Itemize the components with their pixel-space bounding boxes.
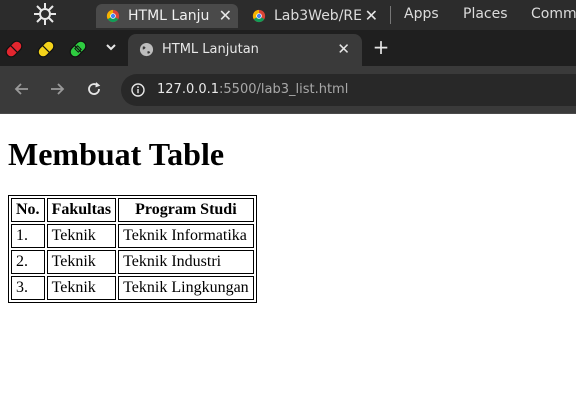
browser-tab-strip: HTML Lanjutan ✕ + — [0, 30, 576, 66]
globe-icon — [139, 42, 154, 57]
close-icon[interactable]: ✕ — [219, 6, 232, 25]
table-row: 3. Teknik Teknik Lingkungan — [11, 276, 254, 300]
table-cell: Teknik — [46, 224, 117, 248]
extension-red-pill-icon[interactable] — [3, 38, 25, 60]
header-program-studi: Program Studi — [118, 198, 254, 222]
table-cell: 1. — [11, 224, 45, 248]
table-header-row: No. Fakultas Program Studi — [11, 198, 254, 222]
browser-toolbar: 127.0.0.1:5500/lab3_list.html — [0, 66, 576, 114]
chevron-down-icon[interactable] — [104, 40, 118, 54]
chrome-icon — [252, 9, 266, 23]
tab-html-lanjutan[interactable]: HTML Lanjutan ✕ — [128, 34, 362, 66]
table-cell: Teknik Lingkungan — [118, 276, 254, 300]
taskbar-tab-label: HTML Lanju — [128, 8, 210, 24]
table-row: 1. Teknik Teknik Informatika — [11, 224, 254, 248]
table-cell: Teknik Informatika — [118, 224, 254, 248]
url-text[interactable]: 127.0.0.1:5500/lab3_list.html — [157, 82, 348, 97]
menu-places[interactable]: Places — [463, 6, 508, 22]
table-cell: Teknik Industri — [118, 250, 254, 274]
close-icon[interactable]: ✕ — [365, 6, 378, 25]
back-arrow-icon[interactable] — [13, 80, 31, 98]
new-tab-button[interactable]: + — [372, 37, 390, 57]
table-cell: Teknik — [46, 276, 117, 300]
reload-icon[interactable] — [85, 80, 103, 98]
page-content: Membuat Table No. Fakultas Program Studi… — [0, 115, 576, 416]
separator — [390, 6, 391, 24]
menu-apps[interactable]: Apps — [404, 6, 439, 22]
url-host: 127.0.0.1 — [157, 82, 220, 97]
extension-green-pill-icon[interactable] — [67, 38, 89, 60]
chrome-icon — [106, 9, 120, 23]
menu-comm[interactable]: Comm — [531, 6, 576, 22]
table-cell: 3. — [11, 276, 45, 300]
extension-yellow-pill-icon[interactable] — [35, 38, 57, 60]
address-bar[interactable]: 127.0.0.1:5500/lab3_list.html — [121, 74, 576, 106]
close-tab-icon[interactable]: ✕ — [337, 40, 350, 58]
url-path: :5500/lab3_list.html — [219, 82, 349, 97]
table-cell: 2. — [11, 250, 45, 274]
header-no: No. — [11, 198, 45, 222]
forward-arrow-icon[interactable] — [48, 80, 66, 98]
taskbar-window-tab-html[interactable]: HTML Lanju ✕ — [96, 4, 238, 28]
page-title: Membuat Table — [8, 136, 225, 172]
table-cell: Teknik — [46, 250, 117, 274]
info-icon[interactable] — [131, 83, 145, 97]
gear-logo-icon[interactable] — [33, 2, 57, 26]
tab-title: HTML Lanjutan — [162, 42, 259, 57]
header-fakultas: Fakultas — [46, 198, 117, 222]
system-top-bar: HTML Lanju ✕ Lab3Web/RE ✕ Apps Places Co… — [0, 0, 576, 30]
taskbar-tab-label: Lab3Web/RE — [274, 8, 362, 24]
taskbar-window-tab-lab3web[interactable]: Lab3Web/RE ✕ — [242, 4, 384, 28]
table-row: 2. Teknik Teknik Industri — [11, 250, 254, 274]
data-table: No. Fakultas Program Studi 1. Teknik Tek… — [8, 195, 257, 303]
